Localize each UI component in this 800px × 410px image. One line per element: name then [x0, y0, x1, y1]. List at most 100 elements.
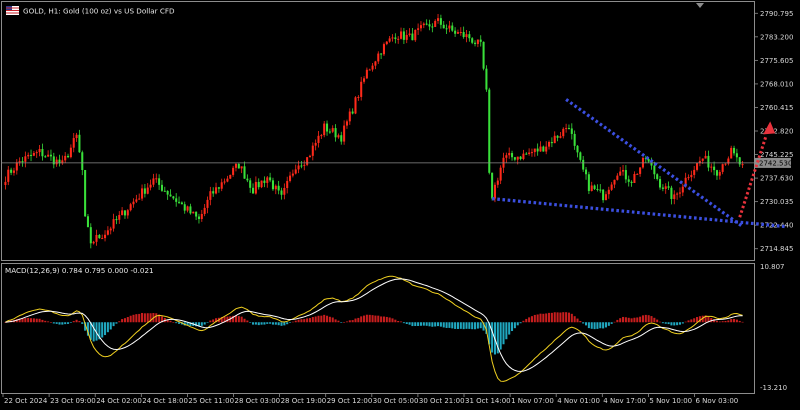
- candle-body: [175, 198, 178, 202]
- candle-body: [596, 188, 599, 190]
- macd-bar: [718, 321, 721, 323]
- candle-body: [371, 65, 374, 70]
- x-tick-label: 6 Nov 03:00: [696, 397, 739, 405]
- macd-bar: [673, 322, 676, 326]
- macd-bar: [206, 322, 209, 323]
- candle-body: [431, 26, 434, 28]
- candle: [496, 177, 499, 188]
- macd-bar: [434, 322, 437, 327]
- candle: [485, 65, 488, 92]
- candle-body: [326, 123, 329, 132]
- x-tick-label: 24 Oct 02:00: [96, 397, 142, 405]
- candle-body: [715, 170, 718, 176]
- candle-body: [707, 155, 710, 168]
- candle: [308, 154, 311, 158]
- candle-body: [653, 165, 656, 175]
- macd-bar: [613, 321, 616, 323]
- macd-bar: [738, 320, 741, 323]
- candle-body: [519, 156, 522, 160]
- candle-body: [269, 177, 272, 181]
- candle-body: [155, 178, 158, 180]
- candle-body: [656, 174, 659, 180]
- macd-bar: [277, 322, 280, 326]
- candle-body: [550, 141, 553, 144]
- candle: [673, 190, 676, 205]
- macd-bar: [263, 322, 266, 325]
- candle: [360, 76, 363, 101]
- macd-bar: [64, 322, 67, 325]
- candle: [633, 171, 636, 184]
- candle: [357, 95, 360, 101]
- macd-bar: [172, 321, 175, 323]
- candle-body: [670, 187, 673, 199]
- macd-bar: [516, 322, 519, 326]
- candle-body: [622, 170, 625, 172]
- candle-body: [380, 53, 383, 55]
- macd-line: [5, 275, 743, 382]
- macd-bar: [513, 322, 516, 329]
- candle-body: [491, 172, 494, 199]
- candle: [98, 234, 101, 239]
- candle-body: [724, 163, 727, 165]
- candle: [343, 120, 346, 145]
- macd-bar: [351, 320, 354, 323]
- macd-bar: [38, 318, 41, 323]
- candle-body: [442, 24, 445, 29]
- candle-body: [388, 38, 391, 42]
- candle: [15, 159, 18, 175]
- candle: [337, 133, 340, 139]
- candle: [67, 153, 70, 159]
- candle-body: [72, 138, 75, 148]
- macd-bar: [155, 313, 158, 323]
- candle: [189, 203, 192, 215]
- candle: [234, 162, 237, 172]
- y-tick-label: 2745.225: [760, 151, 793, 159]
- chart-shift-marker-icon[interactable]: [696, 3, 704, 8]
- candle-body: [678, 192, 681, 194]
- candle: [639, 167, 642, 177]
- candle-body: [69, 147, 72, 158]
- macd-bar: [624, 317, 627, 323]
- macd-bar: [465, 322, 468, 329]
- candle: [715, 169, 718, 180]
- candle-body: [565, 128, 568, 130]
- macd-bar: [602, 322, 605, 329]
- macd-bar: [109, 322, 112, 330]
- candle: [209, 186, 212, 206]
- candle: [630, 180, 633, 187]
- macd-bar: [106, 322, 109, 333]
- candle: [226, 175, 229, 183]
- macd-bar: [599, 322, 602, 329]
- candle: [505, 152, 508, 163]
- macd-bar: [141, 312, 144, 323]
- candle-body: [158, 178, 161, 185]
- candle: [550, 137, 553, 148]
- candle-body: [18, 161, 21, 163]
- candle-body: [345, 121, 348, 126]
- candle-body: [300, 165, 303, 167]
- candle: [419, 21, 422, 32]
- candle: [172, 195, 175, 200]
- candle: [445, 24, 448, 34]
- candle-body: [354, 97, 357, 114]
- candle-body: [610, 184, 613, 190]
- candle-body: [49, 154, 52, 157]
- candle: [619, 166, 622, 176]
- candle-body: [337, 135, 340, 138]
- candle: [582, 155, 585, 172]
- macd-bar: [303, 319, 306, 323]
- macd-bar: [579, 320, 582, 323]
- y-tick-label: 2768.010: [760, 80, 793, 88]
- candle: [351, 108, 354, 115]
- candle-body: [160, 184, 163, 191]
- macd-bar: [200, 322, 203, 326]
- macd-bar: [252, 322, 255, 325]
- candle: [246, 174, 249, 183]
- candle: [326, 120, 329, 136]
- candle-body: [508, 153, 511, 156]
- candle-body: [690, 174, 693, 178]
- candle-body: [667, 186, 670, 188]
- candle-body: [687, 177, 690, 179]
- candle-body: [639, 167, 642, 174]
- candle-body: [365, 69, 368, 79]
